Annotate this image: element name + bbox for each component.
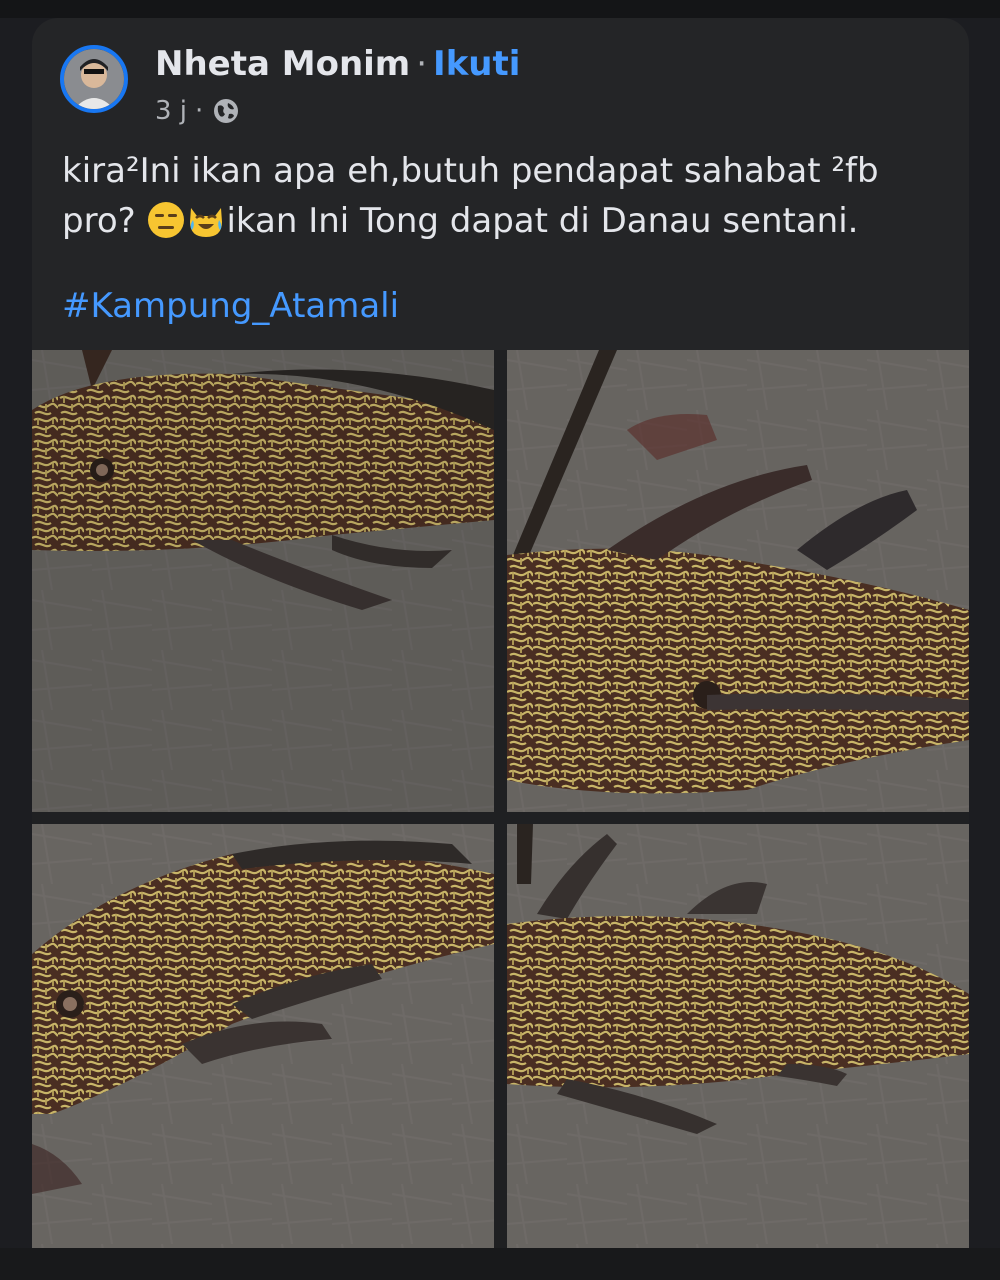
post-text-line-2-end: ikan Ini Tong dapat di Danau sentani. <box>226 201 859 241</box>
post-body: kira²Ini ikan apa eh,butuh pendapat saha… <box>62 146 942 246</box>
photo-4[interactable] <box>507 824 969 1248</box>
post-text-line-2: pro? ikan Ini Tong dapat di Danau sentan… <box>62 196 942 246</box>
meta-separator: · <box>195 96 204 126</box>
post-meta: 3 j · <box>155 96 241 126</box>
separator-dot: · <box>416 44 428 84</box>
expressionless-face-icon <box>146 200 186 240</box>
post-header: Nheta Monim · Ikuti 3 j · <box>60 42 940 132</box>
author-line: Nheta Monim · Ikuti <box>155 44 520 84</box>
author-name[interactable]: Nheta Monim <box>155 44 410 84</box>
top-status-strip <box>0 0 1000 18</box>
follow-button[interactable]: Ikuti <box>433 44 520 84</box>
globe-icon <box>211 96 241 126</box>
post-text-line-2-start: pro? <box>62 201 136 241</box>
photo-1[interactable] <box>32 350 494 812</box>
bottom-strip <box>0 1248 1000 1280</box>
crying-laughing-cat-icon <box>186 200 226 240</box>
author-avatar[interactable] <box>60 45 128 113</box>
photo-2[interactable] <box>507 350 969 812</box>
photo-3[interactable] <box>32 824 494 1248</box>
photo-grid <box>32 350 969 1248</box>
post-time[interactable]: 3 j <box>155 96 187 126</box>
post-card: Nheta Monim · Ikuti 3 j · kira²Ini ikan ap… <box>32 18 969 1248</box>
hashtag-link[interactable]: #Kampung_Atamali <box>62 286 399 326</box>
post-text-line-1: kira²Ini ikan apa eh,butuh pendapat saha… <box>62 151 879 191</box>
